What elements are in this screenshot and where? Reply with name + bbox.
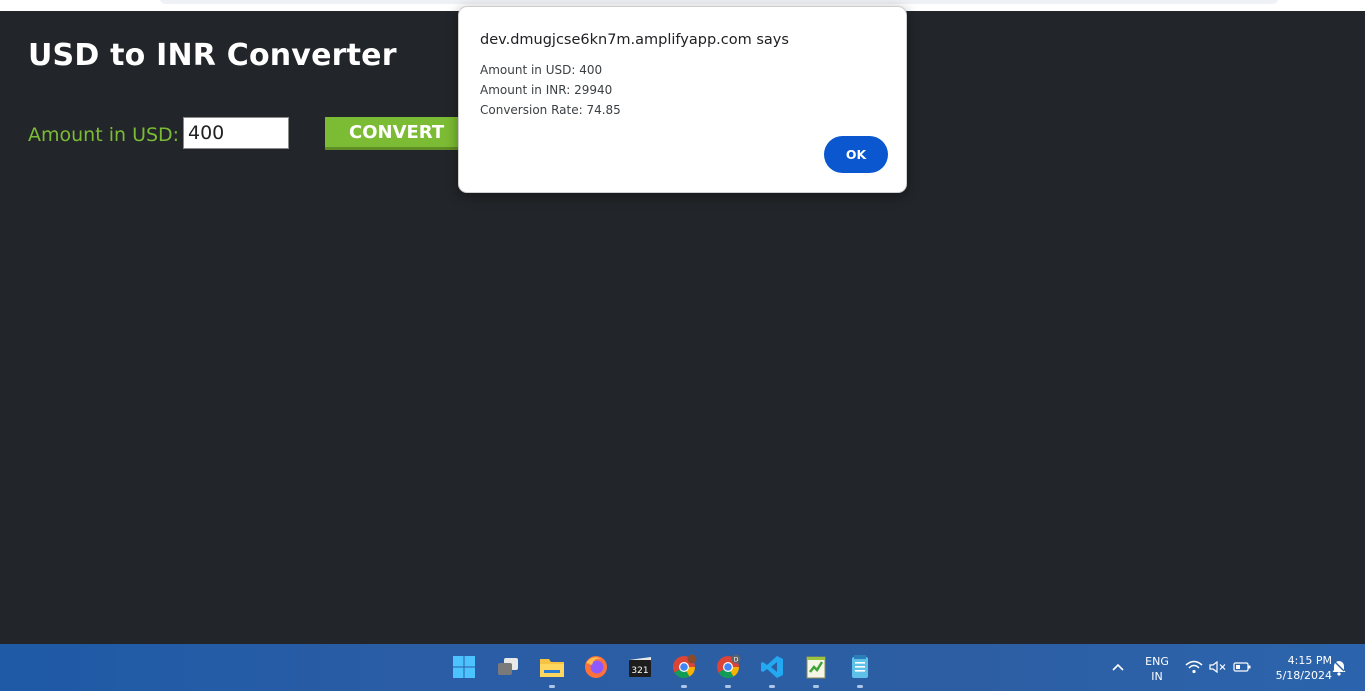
dialog-line-rate: Conversion Rate: 74.85 <box>480 103 621 117</box>
media-player-icon[interactable]: 321 <box>626 653 654 681</box>
running-indicator <box>725 685 731 688</box>
task-view-icon[interactable] <box>494 653 522 681</box>
firefox-icon[interactable] <box>582 653 610 681</box>
convert-button[interactable]: CONVERT <box>325 117 463 150</box>
clock-date: 5/18/2024 <box>1275 669 1332 682</box>
svg-text:321: 321 <box>631 666 648 676</box>
language-code: ENG <box>1145 655 1169 668</box>
alert-dialog: dev.dmugjcse6kn7m.amplifyapp.com says Am… <box>458 6 907 193</box>
running-indicator <box>549 685 555 688</box>
taskbar: 321 D ENG IN 4:15 PM 5/18/2024 <box>0 644 1365 691</box>
dialog-title: dev.dmugjcse6kn7m.amplifyapp.com says <box>480 32 789 48</box>
chrome-icon[interactable] <box>670 653 698 688</box>
running-indicator <box>857 685 863 688</box>
chevron-up-icon[interactable] <box>1106 653 1130 681</box>
chrome-profile-icon[interactable]: D <box>714 653 742 688</box>
svg-text:D: D <box>734 657 739 664</box>
wifi-icon[interactable] <box>1183 653 1205 681</box>
amount-label: Amount in USD: <box>28 124 180 146</box>
running-indicator <box>681 685 687 688</box>
battery-icon[interactable] <box>1231 653 1253 681</box>
file-explorer-icon[interactable] <box>538 653 566 688</box>
dialog-line-inr: Amount in INR: 29940 <box>480 83 613 97</box>
system-clock[interactable]: 4:15 PM 5/18/2024 <box>1258 653 1332 683</box>
notepad-icon[interactable] <box>846 653 874 688</box>
running-indicator <box>769 685 775 688</box>
notification-bell-icon[interactable] <box>1329 653 1349 681</box>
running-indicator <box>813 685 819 688</box>
language-indicator[interactable]: ENG IN <box>1143 654 1171 684</box>
language-region: IN <box>1151 670 1163 683</box>
vscode-icon[interactable] <box>758 653 786 688</box>
windows-start-icon[interactable] <box>450 653 478 681</box>
dialog-line-usd: Amount in USD: 400 <box>480 63 603 77</box>
ok-button[interactable]: OK <box>824 136 888 173</box>
notepadpp-icon[interactable] <box>802 653 830 688</box>
address-bar-edge[interactable] <box>160 0 1278 4</box>
volume-muted-icon[interactable] <box>1207 653 1229 681</box>
amount-usd-input[interactable] <box>183 117 289 149</box>
page-title: USD to INR Converter <box>28 38 397 73</box>
clock-time: 4:15 PM <box>1287 654 1332 667</box>
